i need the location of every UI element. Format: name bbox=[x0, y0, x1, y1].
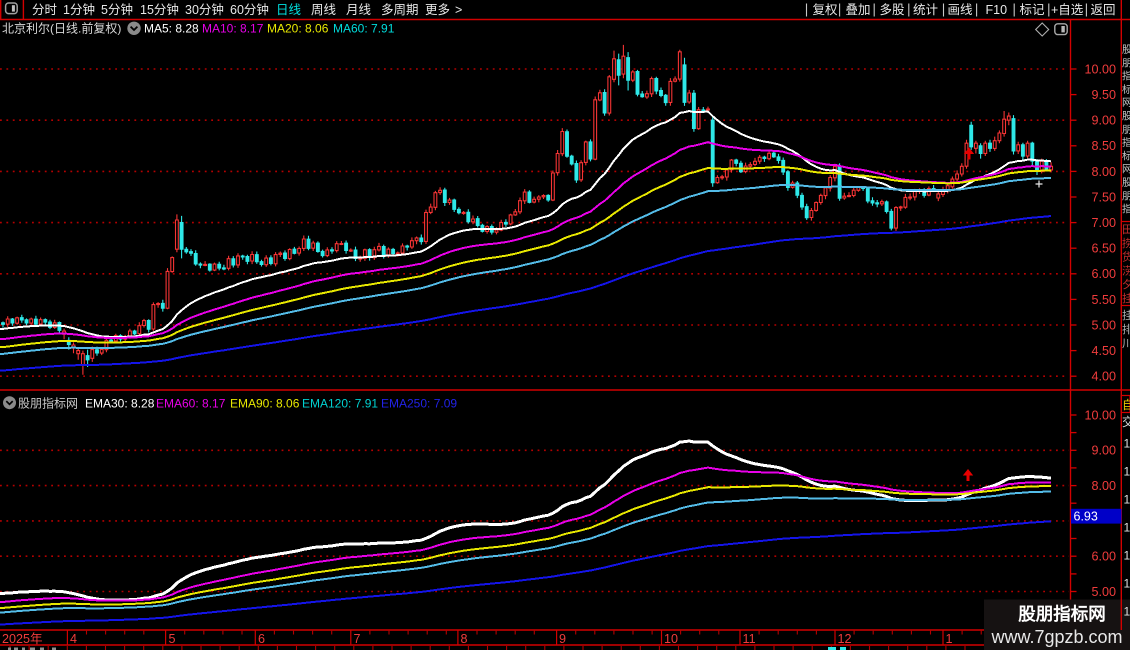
svg-text:4: 4 bbox=[70, 632, 77, 646]
svg-text:MA5: 8.28: MA5: 8.28 bbox=[144, 21, 199, 35]
svg-text:6.50: 6.50 bbox=[1091, 242, 1116, 256]
svg-text:捞: 捞 bbox=[1122, 237, 1130, 250]
svg-text:标记: 标记 bbox=[1020, 3, 1046, 17]
svg-text:9.00: 9.00 bbox=[1091, 444, 1116, 458]
svg-text:标: 标 bbox=[1122, 84, 1130, 96]
svg-text:EMA90: 8.06: EMA90: 8.06 bbox=[230, 396, 300, 410]
svg-text:11: 11 bbox=[743, 632, 756, 646]
svg-text:6.00: 6.00 bbox=[1091, 267, 1116, 281]
svg-text:MA60: 7.91: MA60: 7.91 bbox=[333, 21, 395, 35]
svg-text:1: 1 bbox=[1124, 437, 1130, 451]
svg-text:指: 指 bbox=[1122, 136, 1130, 149]
svg-text:朋: 朋 bbox=[1122, 124, 1130, 136]
svg-text:5.00: 5.00 bbox=[1091, 585, 1116, 599]
svg-text:7.50: 7.50 bbox=[1091, 190, 1116, 204]
svg-text:指: 指 bbox=[1122, 70, 1130, 83]
svg-text:多股: 多股 bbox=[880, 3, 906, 17]
svg-text:9.00: 9.00 bbox=[1091, 114, 1116, 128]
svg-text:6: 6 bbox=[258, 632, 265, 646]
svg-text:+自选: +自选 bbox=[1051, 3, 1084, 17]
svg-text:10.00: 10.00 bbox=[1084, 408, 1116, 422]
svg-text:6.93: 6.93 bbox=[1074, 510, 1098, 524]
svg-text:F10: F10 bbox=[986, 3, 1008, 17]
svg-text:网: 网 bbox=[1122, 97, 1130, 109]
svg-text:股: 股 bbox=[1122, 111, 1130, 123]
svg-text:叠加: 叠加 bbox=[846, 3, 871, 17]
svg-text:6.00: 6.00 bbox=[1091, 550, 1116, 564]
svg-text:多周期: 多周期 bbox=[381, 3, 419, 17]
svg-text:挂: 挂 bbox=[1122, 291, 1130, 305]
svg-text:统计: 统计 bbox=[913, 3, 938, 17]
svg-text:周线: 周线 bbox=[311, 3, 337, 17]
svg-text:9: 9 bbox=[559, 632, 566, 646]
svg-text:月线: 月线 bbox=[346, 3, 372, 17]
svg-text:挂: 挂 bbox=[1122, 308, 1130, 322]
svg-text:货: 货 bbox=[1122, 250, 1130, 264]
svg-text:4.50: 4.50 bbox=[1091, 344, 1116, 358]
svg-text:MA10: 8.17: MA10: 8.17 bbox=[202, 21, 264, 35]
svg-text:排: 排 bbox=[1122, 322, 1130, 336]
svg-text:EMA120: 7.91: EMA120: 7.91 bbox=[302, 396, 378, 410]
svg-text:EMA30: 8.28: EMA30: 8.28 bbox=[85, 396, 155, 410]
svg-text:5.50: 5.50 bbox=[1091, 293, 1116, 307]
svg-text:8.00: 8.00 bbox=[1091, 165, 1116, 179]
svg-text:5分钟: 5分钟 bbox=[101, 2, 133, 17]
svg-text:北京利尔(日线.前复权): 北京利尔(日线.前复权) bbox=[2, 20, 121, 35]
svg-text:交: 交 bbox=[1122, 414, 1130, 429]
svg-text:1: 1 bbox=[1124, 493, 1130, 507]
svg-text:股: 股 bbox=[1122, 177, 1130, 189]
svg-text:夕: 夕 bbox=[1122, 278, 1130, 291]
svg-text:1: 1 bbox=[1124, 521, 1130, 535]
svg-text:1: 1 bbox=[1124, 577, 1130, 591]
svg-text:EMA250: 7.09: EMA250: 7.09 bbox=[381, 396, 457, 410]
svg-text:标: 标 bbox=[1122, 150, 1130, 162]
svg-text:1: 1 bbox=[946, 632, 953, 646]
svg-text:分时: 分时 bbox=[32, 3, 58, 17]
svg-text:田: 田 bbox=[1122, 224, 1130, 236]
svg-text:15分钟: 15分钟 bbox=[140, 2, 179, 17]
svg-text:1: 1 bbox=[1124, 465, 1130, 479]
svg-text:4.00: 4.00 bbox=[1091, 370, 1116, 384]
svg-text:8.50: 8.50 bbox=[1091, 139, 1116, 153]
svg-text:朋: 朋 bbox=[1122, 57, 1130, 69]
svg-text:>: > bbox=[455, 3, 462, 17]
svg-text:朋: 朋 bbox=[1122, 190, 1130, 202]
svg-text:8: 8 bbox=[461, 632, 468, 646]
svg-text:复权: 复权 bbox=[813, 2, 839, 17]
svg-text:EMA60: 8.17: EMA60: 8.17 bbox=[156, 396, 226, 410]
svg-text:5.00: 5.00 bbox=[1091, 318, 1116, 332]
svg-text:网: 网 bbox=[1122, 164, 1130, 176]
svg-text:自: 自 bbox=[1122, 398, 1130, 412]
svg-text:画线: 画线 bbox=[948, 3, 974, 17]
svg-text:股: 股 bbox=[1122, 44, 1130, 56]
svg-text:1: 1 bbox=[1124, 549, 1130, 563]
svg-text:60分钟: 60分钟 bbox=[230, 2, 269, 17]
svg-text:1分钟: 1分钟 bbox=[63, 2, 95, 17]
svg-text:股朋指标网: 股朋指标网 bbox=[18, 395, 78, 410]
svg-text:川: 川 bbox=[1122, 338, 1130, 350]
svg-text:12: 12 bbox=[838, 632, 852, 646]
svg-text:更多: 更多 bbox=[425, 3, 450, 17]
svg-text:www.7gpzb.com: www.7gpzb.com bbox=[990, 627, 1122, 647]
svg-text:涝: 涝 bbox=[1122, 264, 1130, 277]
svg-text:8.00: 8.00 bbox=[1091, 479, 1116, 493]
svg-text:7: 7 bbox=[354, 632, 361, 646]
svg-text:股朋指标网: 股朋指标网 bbox=[1018, 604, 1106, 624]
svg-text:日线: 日线 bbox=[276, 3, 302, 17]
svg-text:10.00: 10.00 bbox=[1084, 62, 1116, 76]
svg-text:5: 5 bbox=[169, 632, 176, 646]
svg-text:指: 指 bbox=[1122, 203, 1130, 216]
svg-text:2025年: 2025年 bbox=[2, 632, 43, 646]
svg-text:MA20: 8.06: MA20: 8.06 bbox=[267, 21, 329, 35]
svg-text:7.00: 7.00 bbox=[1091, 216, 1116, 230]
svg-text:1: 1 bbox=[1124, 605, 1130, 619]
svg-text:返回: 返回 bbox=[1091, 3, 1116, 17]
svg-text:30分钟: 30分钟 bbox=[185, 2, 224, 17]
svg-text:10: 10 bbox=[664, 632, 678, 646]
svg-text:9.50: 9.50 bbox=[1091, 88, 1116, 102]
